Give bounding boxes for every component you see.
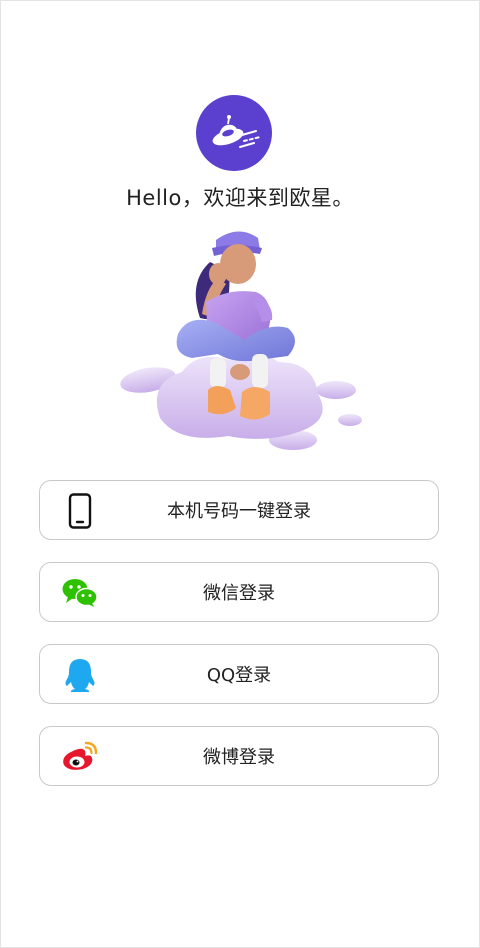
- app-logo: [196, 95, 272, 171]
- wechat-login-label: 微信登录: [203, 583, 275, 604]
- weibo-login-button[interactable]: 微博登录: [39, 726, 439, 786]
- phone-login-button[interactable]: 本机号码一键登录: [39, 480, 439, 540]
- wechat-login-button[interactable]: 微信登录: [39, 562, 439, 622]
- qq-login-label: QQ登录: [206, 665, 272, 686]
- welcome-text: Hello，欢迎来到欧星。: [126, 186, 354, 210]
- phone-login-label: 本机号码一键登录: [167, 501, 311, 522]
- weibo-login-label: 微博登录: [203, 747, 275, 768]
- person-sitting-on-cloud-illustration: [120, 231, 362, 450]
- qq-login-button[interactable]: QQ登录: [39, 644, 439, 704]
- planet-rocket-icon: [212, 115, 261, 148]
